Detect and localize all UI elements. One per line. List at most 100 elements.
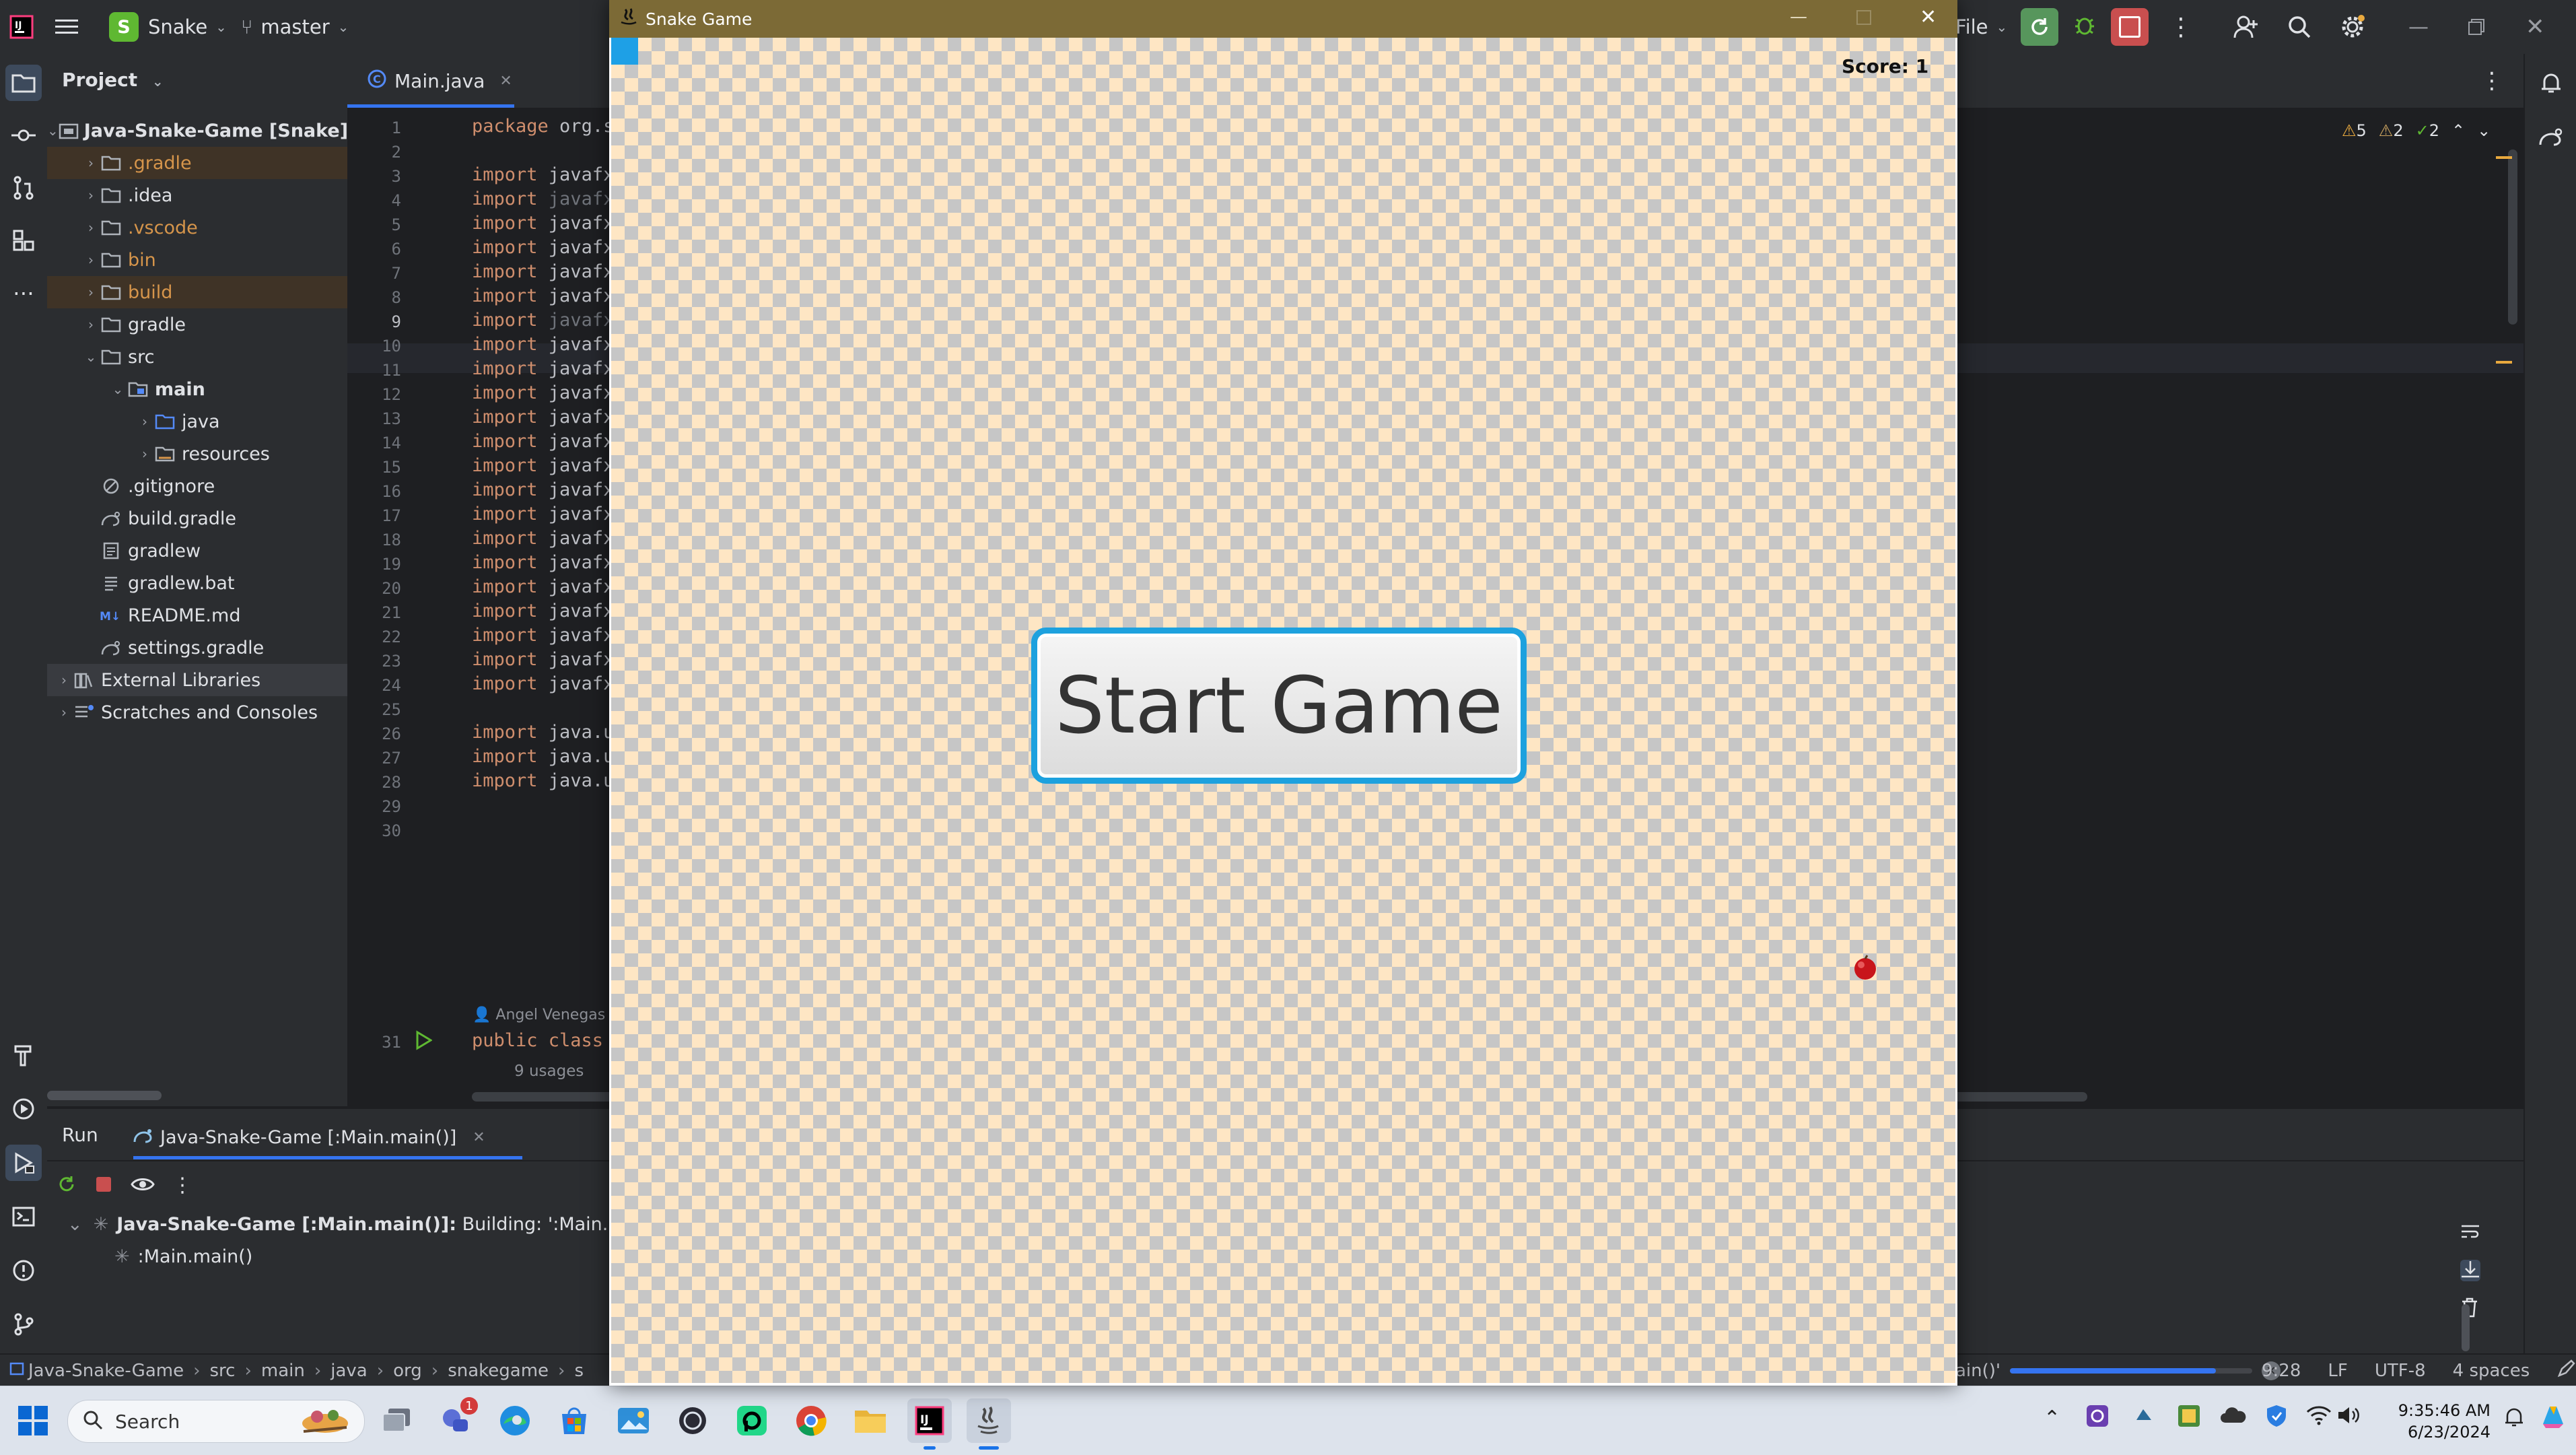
project-folder-icon[interactable] [5, 65, 42, 101]
tree-item[interactable]: M↓ README.md [47, 599, 347, 632]
debug-button[interactable] [2073, 0, 2096, 54]
search-icon[interactable] [2287, 0, 2311, 54]
close-tab-icon[interactable]: ✕ [473, 1129, 485, 1146]
chevron-right-icon[interactable]: › [55, 672, 73, 688]
terminal-icon[interactable] [5, 1198, 42, 1235]
close-tab-icon[interactable]: ✕ [499, 73, 512, 90]
chevron-up-icon[interactable]: ⌃ [2451, 121, 2465, 140]
eye-icon[interactable] [131, 1175, 155, 1196]
services-icon[interactable] [5, 1091, 42, 1127]
start-game-button[interactable]: Start Game [1031, 628, 1527, 784]
tab-main-java[interactable]: C Main.java ✕ [368, 54, 512, 108]
stop-icon[interactable] [94, 1175, 113, 1196]
tree-item[interactable]: › resources [47, 438, 347, 470]
build-tree-root[interactable]: ⌄ ✳ Java-Snake-Game [:Main.main()]: Buil… [67, 1214, 672, 1235]
breadcrumb-item[interactable]: snakegame [448, 1361, 549, 1381]
tree-item[interactable]: › build [47, 276, 347, 308]
chevron-right-icon[interactable]: › [82, 284, 100, 300]
rerun-button[interactable] [2021, 0, 2058, 54]
chevron-right-icon[interactable]: › [82, 252, 100, 268]
breadcrumb-item[interactable]: Java-Snake-Game [28, 1361, 184, 1381]
pull-requests-icon[interactable] [5, 170, 42, 206]
vertical-scrollbar[interactable] [2508, 149, 2517, 325]
stop-button[interactable] [2111, 0, 2149, 54]
obs-app-icon[interactable] [670, 1398, 715, 1443]
pycharm-edu-icon[interactable] [730, 1398, 774, 1443]
close-icon[interactable]: ✕ [2526, 0, 2545, 54]
caret-position[interactable]: 9:28 [2262, 1361, 2301, 1381]
chevron-down-icon[interactable]: ⌄ [2477, 121, 2491, 140]
structure-icon[interactable] [5, 222, 42, 259]
chrome-browser-icon[interactable] [789, 1398, 833, 1443]
onedrive-cloud-icon[interactable] [2220, 1407, 2247, 1427]
taskbar-search-box[interactable]: Search [67, 1400, 365, 1443]
tree-item[interactable]: build.gradle [47, 502, 347, 535]
copilot-icon[interactable] [2539, 1402, 2567, 1433]
volume-icon[interactable] [2337, 1405, 2360, 1428]
tree-item[interactable]: ⌄ src [47, 341, 347, 373]
game-board[interactable]: Score: 1 Start Game [611, 38, 1955, 1383]
console-scrollbar[interactable] [2462, 1304, 2470, 1351]
tree-item[interactable]: › gradle [47, 308, 347, 341]
git-icon[interactable] [5, 1306, 42, 1343]
usages-hint[interactable]: 9 usages [514, 1062, 584, 1080]
defender-shield-icon[interactable] [2264, 1404, 2289, 1431]
chevron-down-icon[interactable]: ⌄ [82, 349, 100, 365]
build-tree-child[interactable]: ✳ :Main.main() [114, 1246, 252, 1267]
clock[interactable]: 9:35:46 AM 6/23/2024 [2369, 1400, 2491, 1443]
breadcrumb-item[interactable]: java [330, 1361, 367, 1381]
line-separator[interactable]: LF [2328, 1361, 2347, 1381]
run-config-tab[interactable]: Java-Snake-Game [:Main.main()] ✕ [133, 1118, 485, 1156]
tree-item[interactable]: › .vscode [47, 211, 347, 244]
close-icon[interactable]: ✕ [1920, 5, 1937, 29]
tree-item[interactable]: .gitignore [47, 470, 347, 502]
chevron-right-icon[interactable]: › [136, 446, 153, 462]
edge-browser-icon[interactable] [493, 1398, 537, 1443]
chevron-right-icon[interactable]: › [55, 704, 73, 720]
chevron-right-icon[interactable]: › [82, 219, 100, 236]
chevron-down-icon[interactable]: ⌄ [109, 381, 127, 397]
branch-switcher[interactable]: ⑂ master ⌄ [241, 0, 349, 54]
windows-start-icon[interactable] [11, 1398, 55, 1443]
chevron-right-icon[interactable]: › [82, 187, 100, 203]
chevron-right-icon[interactable]: › [136, 413, 153, 430]
breadcrumb-item[interactable]: src [210, 1361, 236, 1381]
build-hammer-icon[interactable] [5, 1037, 42, 1073]
run-config-file[interactable]: File ⌄ [1955, 0, 2007, 54]
tree-item[interactable]: › .gradle [47, 147, 347, 179]
restore-icon[interactable] [2468, 0, 2485, 54]
project-panel-header[interactable]: Project ⌄ [62, 69, 164, 91]
rerun-icon[interactable] [57, 1174, 77, 1197]
tree-item[interactable]: ⌄ main [47, 373, 347, 405]
more-tools-icon[interactable]: ⋯ [5, 275, 42, 311]
more-actions-icon[interactable]: ⋮ [2169, 0, 2193, 54]
error-stripe-mark[interactable] [2496, 156, 2512, 159]
soft-wrap-icon[interactable] [2460, 1223, 2480, 1244]
wifi-icon[interactable] [2306, 1405, 2332, 1428]
tray-network-app-icon[interactable] [2131, 1405, 2157, 1429]
more-actions-icon[interactable]: ⋮ [172, 1174, 193, 1197]
file-explorer-icon[interactable] [848, 1398, 893, 1443]
chevron-up-icon[interactable]: ⌃ [2044, 1407, 2060, 1430]
run-gutter-icon[interactable] [415, 1030, 433, 1053]
tree-item[interactable]: › .idea [47, 179, 347, 211]
commit-icon[interactable] [5, 117, 42, 154]
more-tabs-icon[interactable]: ⋮ [2480, 67, 2503, 94]
tree-item[interactable]: › External Libraries [47, 664, 347, 696]
intellij-taskbar-icon[interactable]: IJ [907, 1398, 952, 1450]
tree-item[interactable]: gradlew.bat [47, 567, 347, 599]
read-write-lock-icon[interactable] [2556, 1359, 2575, 1383]
maximize-icon[interactable] [1856, 9, 1872, 28]
main-menu-icon[interactable] [55, 0, 78, 54]
tree-item[interactable]: › java [47, 405, 347, 438]
background-task[interactable]: ain()' ✕ [1955, 1355, 2281, 1387]
scroll-to-end-icon[interactable] [2460, 1260, 2480, 1281]
gradle-tool-icon[interactable] [2533, 119, 2569, 155]
tree-item[interactable]: gradlew [47, 535, 347, 567]
notifications-bell-icon[interactable] [2533, 65, 2569, 101]
problems-icon[interactable] [5, 1252, 42, 1289]
java-app-icon[interactable] [967, 1398, 1011, 1450]
horizontal-scrollbar[interactable] [47, 1091, 162, 1100]
intellij-logo-icon[interactable]: IJ [9, 0, 34, 54]
error-stripe-mark[interactable] [2496, 361, 2512, 364]
